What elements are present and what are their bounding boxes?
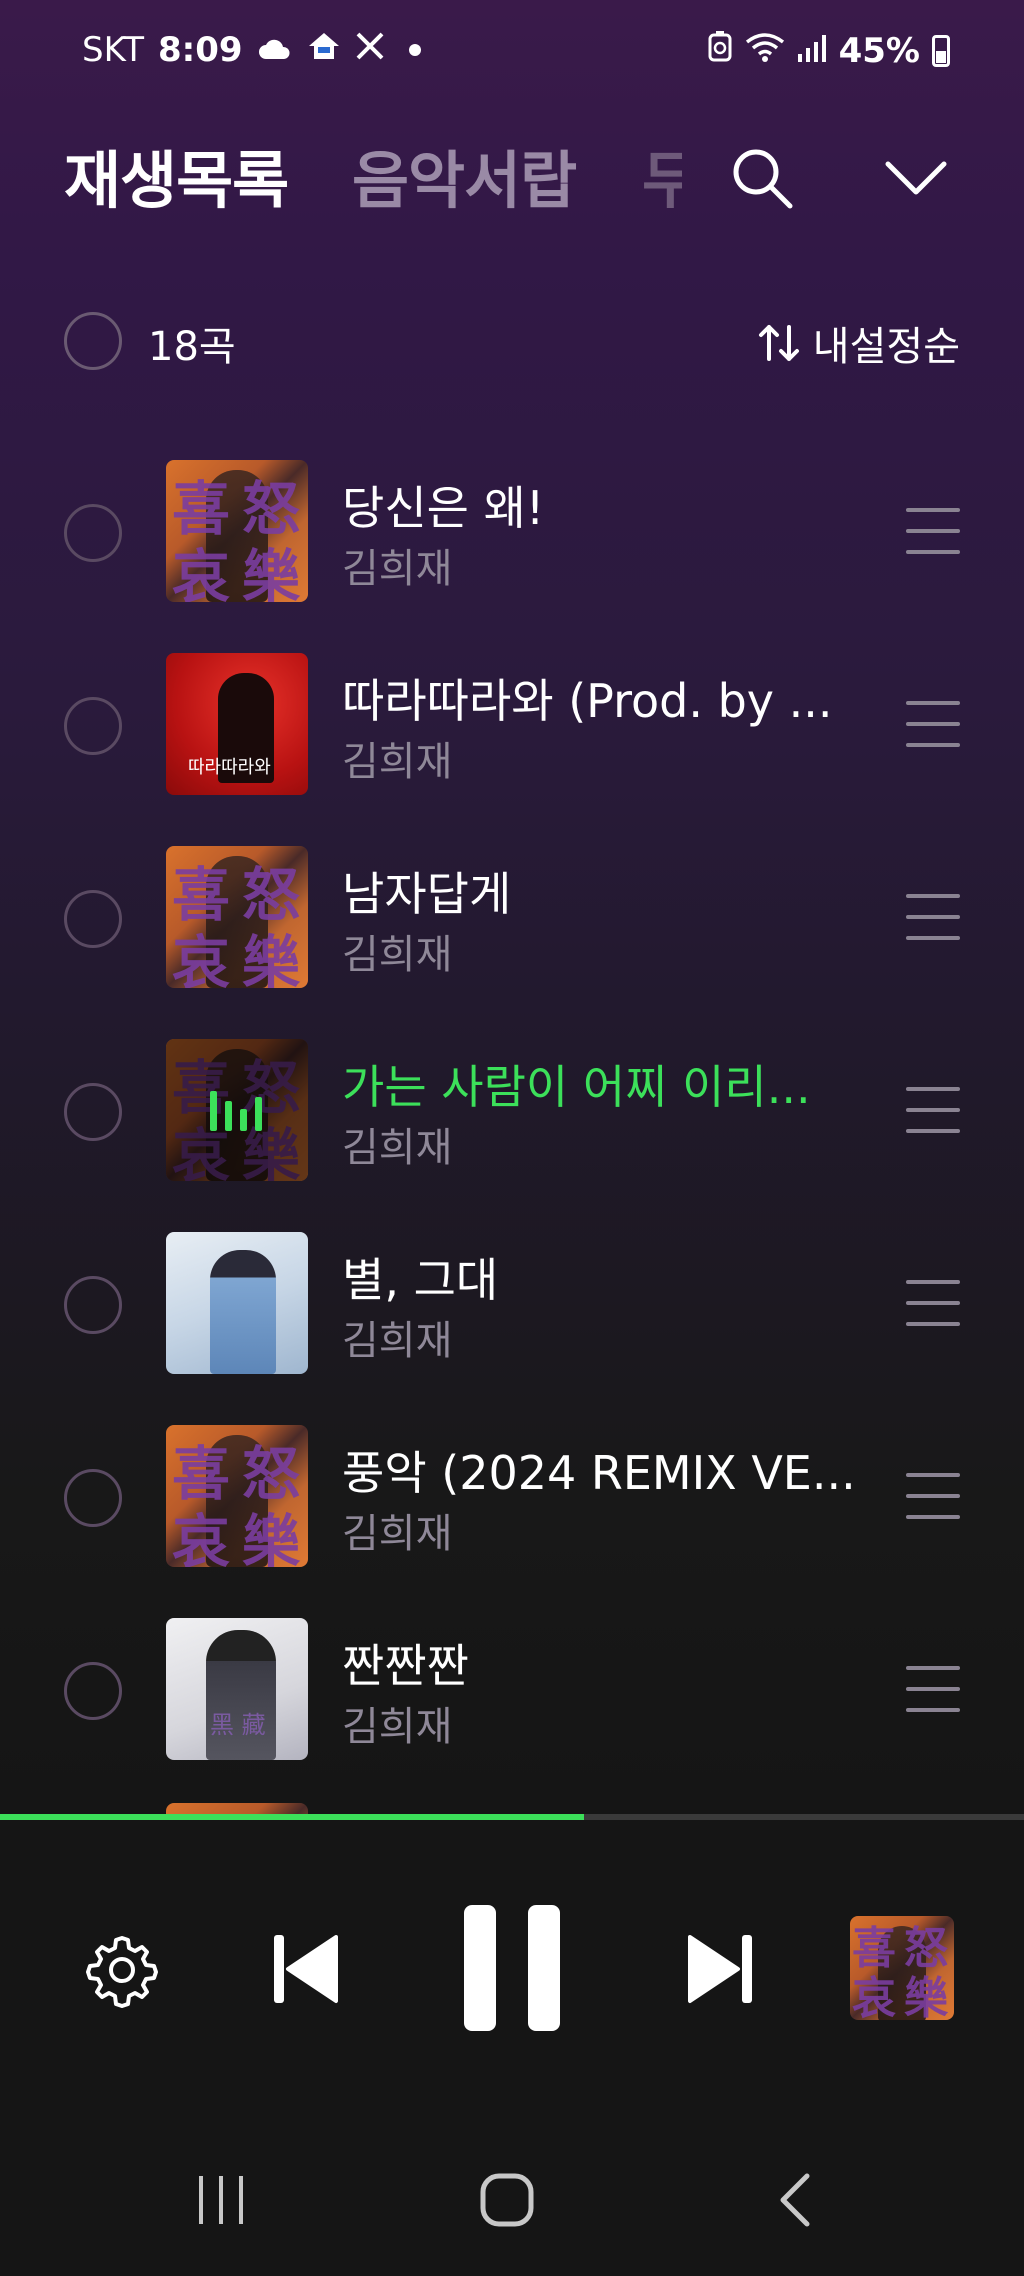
track-title: 짠짠짠 xyxy=(342,1639,469,1693)
track-title: 따라따라와 (Prod. by ... xyxy=(342,674,833,728)
album-art: 따라따라와 xyxy=(166,653,308,795)
search-button[interactable] xyxy=(722,138,802,218)
track-artist: 김희재 xyxy=(342,1704,453,1750)
drag-handle-icon[interactable] xyxy=(906,508,960,554)
battery-icon xyxy=(932,34,950,67)
track-checkbox[interactable] xyxy=(64,1083,122,1141)
list-item[interactable]: 喜怒 哀樂 당신은 왜! 김희재 xyxy=(0,452,1024,645)
pause-icon xyxy=(464,1905,560,2031)
track-artist: 김희재 xyxy=(342,546,453,592)
list-item[interactable]: 喜怒 哀樂 풍악 (2024 REMIX VE... 김희재 xyxy=(0,1417,1024,1610)
drag-handle-icon[interactable] xyxy=(906,894,960,940)
collapse-button[interactable] xyxy=(876,138,956,218)
tab-music-drawer[interactable]: 음악서랍 xyxy=(352,130,577,220)
track-artist: 김희재 xyxy=(342,1511,453,1557)
list-item[interactable]: 黑 藏 짠짠짠 김희재 xyxy=(0,1610,1024,1803)
list-item[interactable]: 따라따라와 따라따라와 (Prod. by ... 김희재 xyxy=(0,645,1024,838)
recent-apps-icon xyxy=(199,2176,243,2224)
track-title: 가는 사람이 어찌 이리... xyxy=(342,1060,811,1114)
track-title: 풍악 (2024 REMIX VE... xyxy=(342,1446,856,1500)
select-all-checkbox[interactable] xyxy=(64,312,122,370)
x-icon xyxy=(355,30,385,70)
drag-handle-icon[interactable] xyxy=(906,701,960,747)
track-artist: 김희재 xyxy=(342,1318,453,1364)
album-art: 喜怒 哀樂 xyxy=(166,1425,308,1567)
cloud-icon xyxy=(257,30,293,70)
track-artist: 김희재 xyxy=(342,932,453,978)
sort-arrows-icon xyxy=(758,325,799,361)
player-controls: 喜怒 哀樂 xyxy=(0,1820,1024,2120)
home-circle-icon xyxy=(480,2173,534,2227)
track-title: 별, 그대 xyxy=(342,1253,499,1307)
album-art: 喜怒 哀樂 xyxy=(166,1039,308,1181)
drag-handle-icon[interactable] xyxy=(906,1666,960,1712)
header: 재생목록 음악서랍 무 xyxy=(0,130,1024,230)
drag-handle-icon[interactable] xyxy=(906,1473,960,1519)
chevron-down-icon xyxy=(885,161,947,195)
battery-saver-icon xyxy=(707,30,733,71)
previous-icon xyxy=(274,1935,338,2003)
track-title: 당신은 왜! xyxy=(342,481,545,535)
track-artist: 김희재 xyxy=(342,739,453,785)
settings-icon xyxy=(86,1936,158,2008)
now-playing-album-art[interactable]: 喜怒 哀樂 xyxy=(850,1916,954,2020)
track-checkbox[interactable] xyxy=(64,1276,122,1334)
carrier-label: SKT xyxy=(82,30,145,70)
drag-handle-icon[interactable] xyxy=(906,1280,960,1326)
system-nav-bar xyxy=(0,2120,1024,2276)
track-checkbox[interactable] xyxy=(64,504,122,562)
sort-label: 내설정순 xyxy=(812,324,960,370)
track-checkbox[interactable] xyxy=(64,890,122,948)
album-art: 喜怒 哀樂 xyxy=(166,460,308,602)
battery-percent: 45% xyxy=(838,30,920,71)
tab-third[interactable]: 무 xyxy=(642,130,682,220)
back-button[interactable] xyxy=(750,2160,840,2240)
album-art: 黑 藏 xyxy=(166,1618,308,1760)
clock: 8:09 xyxy=(158,30,243,70)
track-checkbox[interactable] xyxy=(64,1662,122,1720)
track-checkbox[interactable] xyxy=(64,697,122,755)
recent-apps-button[interactable] xyxy=(176,2160,266,2240)
tab-playlist[interactable]: 재생목록 xyxy=(64,130,289,220)
track-artist: 김희재 xyxy=(342,1125,453,1171)
next-icon xyxy=(688,1935,752,2003)
previous-button[interactable] xyxy=(268,1924,344,2014)
track-list: 喜怒 哀樂 당신은 왜! 김희재 따라따라와 따라따라와 (Prod. by .… xyxy=(0,452,1024,1823)
list-item[interactable]: 별, 그대 김희재 xyxy=(0,1224,1024,1417)
equalizer-icon xyxy=(210,1091,262,1131)
settings-button[interactable] xyxy=(82,1930,162,2010)
track-checkbox[interactable] xyxy=(64,1469,122,1527)
home-button[interactable] xyxy=(462,2160,552,2240)
track-count: 18곡 xyxy=(148,324,236,370)
list-toolbar: 18곡 내설정순 xyxy=(0,300,1024,380)
back-icon xyxy=(780,2173,810,2227)
track-title: 남자답게 xyxy=(342,867,512,921)
album-art: 喜怒 哀樂 xyxy=(166,846,308,988)
sort-button[interactable]: 내설정순 xyxy=(757,314,960,372)
notification-dot-icon xyxy=(408,44,421,56)
list-item[interactable]: 喜怒 哀樂 남자답게 김희재 xyxy=(0,838,1024,1031)
signal-icon xyxy=(797,31,827,71)
list-item-now-playing[interactable]: 喜怒 哀樂 가는 사람이 어찌 이리... 김희재 xyxy=(0,1031,1024,1224)
search-icon xyxy=(733,149,793,209)
status-bar: SKT 8:09 45% xyxy=(0,0,1024,104)
wifi-icon xyxy=(745,31,785,71)
next-button[interactable] xyxy=(682,1924,758,2014)
drag-handle-icon[interactable] xyxy=(906,1087,960,1133)
album-art xyxy=(166,1232,308,1374)
pause-button[interactable] xyxy=(462,1900,562,2036)
home-icon xyxy=(307,30,341,70)
